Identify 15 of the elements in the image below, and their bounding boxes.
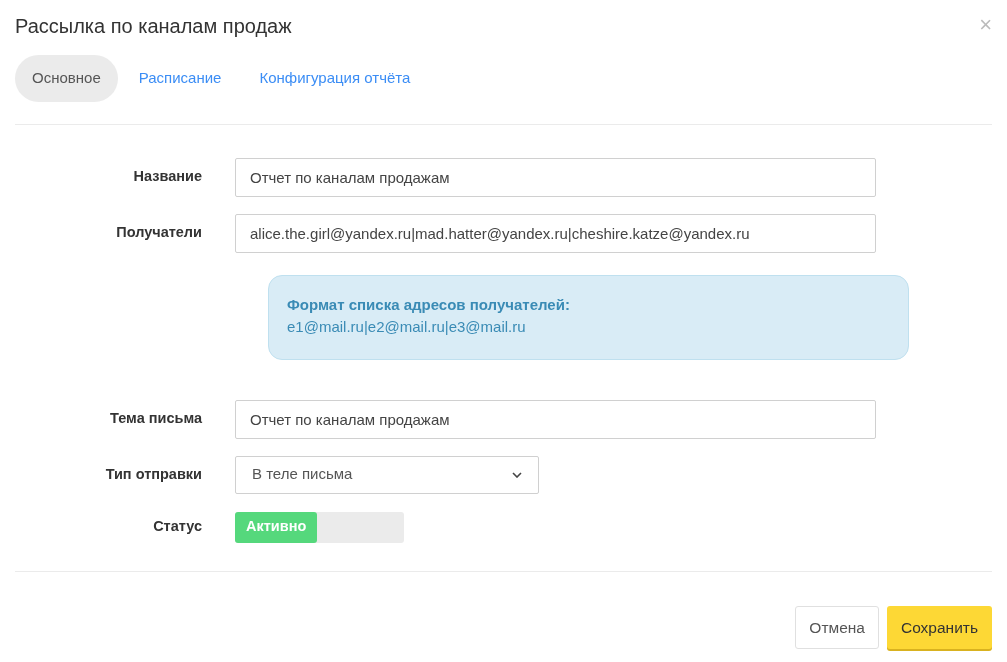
info-message: Формат списка адресов получателей: e1@mail.ru|e2@mail.ru|e3@mail.ru bbox=[268, 274, 909, 360]
cancel-button[interactable]: Отмена bbox=[795, 605, 879, 649]
input-field[interactable]: Отчет по каналам продажам bbox=[235, 399, 876, 439]
input-field[interactable]: alice.the.girl@yandex.ru|mad.hatter@yandex.ru|cheshire.katze@yandex.ru bbox=[235, 213, 876, 253]
field-label: Название bbox=[132, 167, 203, 187]
field-label: Статус bbox=[152, 517, 203, 537]
field-label: Тема письма bbox=[109, 409, 203, 429]
select-field[interactable]: В теле письма bbox=[235, 455, 539, 494]
field-label: Получатели bbox=[115, 223, 203, 243]
dialog-title: Рассылка по каналам продаж bbox=[15, 14, 292, 38]
field-label: Тип отправки bbox=[104, 464, 203, 484]
save-button[interactable]: Сохранить bbox=[886, 605, 992, 649]
input-field[interactable]: Отчет по каналам продажам bbox=[235, 157, 876, 197]
chevron-down-icon bbox=[512, 471, 522, 478]
tab[interactable]: Основное bbox=[15, 55, 118, 102]
